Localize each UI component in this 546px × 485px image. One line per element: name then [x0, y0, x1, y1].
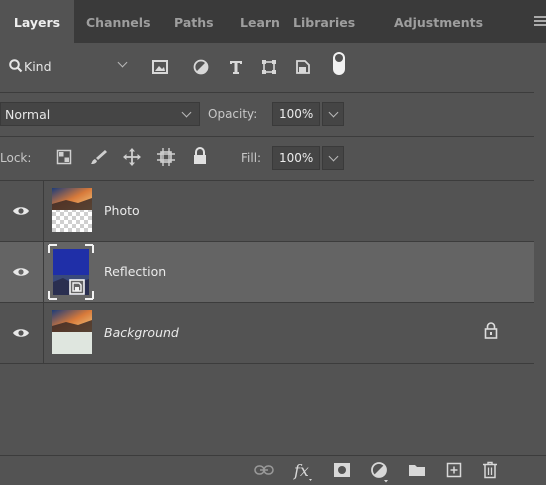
search-icon: [9, 59, 23, 73]
eye-icon[interactable]: [12, 205, 30, 217]
layer-row-background[interactable]: Background: [0, 303, 534, 363]
opacity-field[interactable]: 100%: [272, 102, 320, 126]
blend-mode-dropdown[interactable]: Normal: [0, 102, 200, 126]
panel-menu-icon[interactable]: [532, 14, 546, 28]
chevron-down-icon: [328, 107, 339, 118]
lock-artboard-icon[interactable]: [157, 148, 175, 166]
trash-icon[interactable]: [482, 461, 498, 479]
lock-row: Lock: Fill: 100%: [0, 137, 534, 180]
chevron-down-icon: [328, 151, 339, 162]
tab-layers[interactable]: Layers: [0, 0, 74, 43]
lock-all-icon[interactable]: [192, 147, 208, 165]
layer-row-photo[interactable]: Photo: [0, 181, 534, 241]
blend-row: Normal Opacity: 100%: [0, 93, 534, 136]
lock-icon[interactable]: [484, 322, 498, 339]
divider: [0, 363, 534, 364]
tab-channels[interactable]: Channels: [86, 0, 151, 43]
layer-name[interactable]: Photo: [104, 203, 140, 218]
filter-kind-label: Kind: [24, 59, 52, 74]
layers-panel: Layers Channels Paths Learn Libraries Ad…: [0, 0, 546, 485]
layer-name[interactable]: Reflection: [104, 264, 166, 279]
visibility-toggle[interactable]: [0, 181, 44, 241]
filter-row: Kind: [0, 43, 534, 92]
lock-label: Lock:: [0, 151, 32, 165]
visibility-toggle[interactable]: [0, 303, 44, 363]
layer-thumbnail: [52, 188, 92, 232]
fx-icon[interactable]: fx: [292, 459, 316, 483]
tab-adjustments[interactable]: Adjustments: [394, 0, 483, 43]
lock-transparent-pixels-icon[interactable]: [56, 149, 72, 165]
tab-learn[interactable]: Learn: [240, 0, 280, 43]
filter-toggle-icon[interactable]: [331, 51, 347, 77]
type-filter-icon[interactable]: [227, 58, 245, 76]
filter-kind-dropdown[interactable]: Kind: [8, 55, 136, 79]
opacity-dropdown-button[interactable]: [322, 102, 344, 126]
fill-dropdown-button[interactable]: [322, 146, 344, 170]
shape-filter-icon[interactable]: [260, 58, 278, 76]
folder-icon[interactable]: [408, 463, 426, 477]
layer-row-reflection[interactable]: Reflection: [0, 242, 534, 302]
blend-mode-label: Normal: [5, 107, 51, 122]
opacity-label: Opacity:: [208, 107, 258, 121]
chevron-down-icon: [117, 57, 128, 68]
bottom-toolbar: fx: [0, 455, 546, 485]
layer-thumbnail: [52, 310, 92, 354]
pixel-filter-icon[interactable]: [151, 58, 169, 76]
chevron-down-icon: [181, 107, 192, 118]
visibility-toggle[interactable]: [0, 242, 44, 302]
tab-bar: Layers Channels Paths Learn Libraries Ad…: [0, 0, 546, 43]
fill-value: 100%: [279, 151, 314, 165]
lock-position-icon[interactable]: [123, 148, 141, 166]
link-icon[interactable]: [254, 464, 274, 476]
adjustment-filter-icon[interactable]: [192, 58, 210, 76]
lock-image-pixels-icon[interactable]: [90, 148, 108, 166]
eye-icon[interactable]: [12, 266, 30, 278]
smart-object-filter-icon[interactable]: [294, 58, 312, 76]
new-layer-icon[interactable]: [446, 462, 462, 478]
fill-field[interactable]: 100%: [272, 146, 320, 170]
mask-icon[interactable]: [333, 462, 351, 478]
adjustment-layer-icon[interactable]: [370, 461, 390, 483]
opacity-value: 100%: [279, 107, 314, 121]
smart-object-thumbnail: [48, 244, 94, 300]
eye-icon[interactable]: [12, 327, 30, 339]
tab-paths[interactable]: Paths: [174, 0, 214, 43]
tab-libraries[interactable]: Libraries: [293, 0, 355, 43]
svg-text:fx: fx: [293, 461, 309, 480]
fill-label: Fill:: [241, 151, 262, 165]
layer-name[interactable]: Background: [104, 325, 179, 340]
